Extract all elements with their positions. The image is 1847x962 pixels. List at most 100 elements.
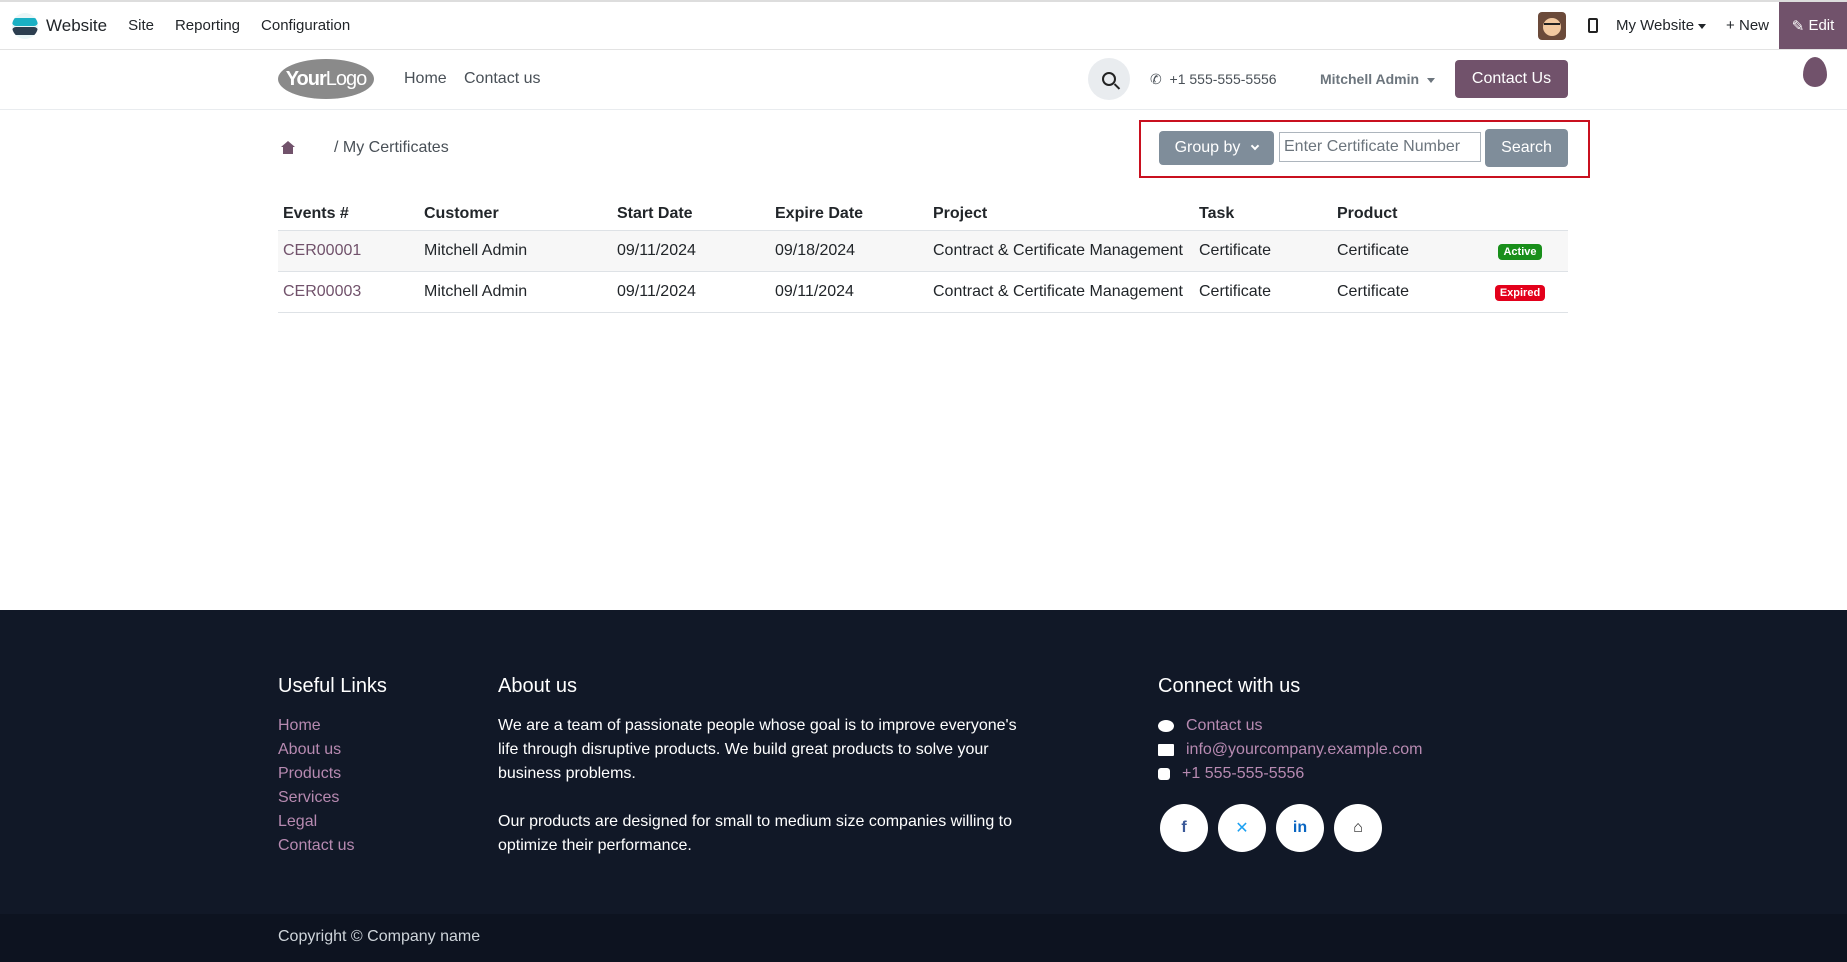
footer-link-services[interactable]: Services — [278, 786, 354, 810]
menu-site[interactable]: Site — [128, 17, 154, 34]
app-name: Website — [46, 15, 108, 35]
cell-product: Certificate — [1332, 271, 1472, 313]
footer-link-contact-us[interactable]: Contact us — [278, 834, 354, 858]
certificate-number-link[interactable]: CER00001 — [278, 230, 419, 272]
copyright-band: Copyright © Company name — [0, 914, 1847, 962]
footer-link-products[interactable]: Products — [278, 762, 354, 786]
copyright-text: Copyright © Company name — [278, 928, 481, 945]
comment-icon — [1158, 720, 1174, 732]
cell-project: Contract & Certificate Management — [928, 271, 1194, 313]
cell-task: Certificate — [1194, 271, 1332, 313]
connect-contact[interactable]: Contact us — [1158, 714, 1423, 738]
caret-down-icon — [1698, 23, 1707, 29]
footer-link-legal[interactable]: Legal — [278, 810, 354, 834]
footer-link-about-us[interactable]: About us — [278, 738, 354, 762]
about-paragraph-2: Our products are designed for small to m… — [498, 813, 1013, 854]
search-button[interactable]: Search — [1485, 129, 1568, 167]
status-badge: Active — [1498, 243, 1542, 260]
contact-us-button[interactable]: Contact Us — [1455, 60, 1568, 98]
about-paragraph-1: We are a team of passionate people whose… — [498, 717, 1017, 782]
column-header — [1472, 199, 1568, 231]
cell-product: Certificate — [1332, 230, 1472, 272]
admin-bar: Website Site Reporting Configuration My … — [0, 0, 1847, 50]
website-switcher-label: My Website — [1615, 17, 1695, 34]
user-avatar[interactable] — [1537, 11, 1566, 40]
header-phone[interactable]: ✆ +1 555-555-5556 — [1150, 71, 1277, 88]
theme-drop-icon[interactable] — [1803, 57, 1827, 87]
facebook-icon[interactable]: f — [1160, 804, 1208, 852]
about-text: We are a team of passionate people whose… — [498, 714, 1038, 858]
useful-links-title: Useful Links — [278, 675, 387, 697]
header-phone-number: +1 555-555-5556 — [1169, 71, 1277, 87]
cell-expire-date: 09/11/2024 — [770, 271, 928, 313]
cell-expire-date: 09/18/2024 — [770, 230, 928, 272]
group-by-dropdown[interactable]: Group by — [1159, 131, 1274, 165]
website-switcher[interactable]: My Website — [1615, 17, 1707, 34]
cell-customer: Mitchell Admin — [419, 271, 612, 313]
caret-down-icon — [1427, 77, 1436, 83]
mobile-preview-icon[interactable] — [1587, 18, 1598, 33]
new-label: New — [1738, 17, 1769, 34]
column-header: Events # — [278, 199, 419, 231]
social-links: f ✕ in ⌂ — [1160, 804, 1392, 852]
cell-start-date: 09/11/2024 — [612, 271, 770, 313]
site-header: Your Logo Home Contact us ✆ +1 555-555-55… — [0, 50, 1847, 110]
certificate-number-input[interactable] — [1279, 132, 1481, 162]
column-header: Start Date — [612, 199, 770, 231]
envelope-icon — [1158, 744, 1174, 756]
user-name: Mitchell Admin — [1320, 71, 1420, 87]
edit-label: Edit — [1808, 17, 1835, 34]
pencil-icon: ✎ — [1791, 17, 1805, 35]
connect-phone[interactable]: +1 555-555-5556 — [1158, 762, 1423, 786]
connect-contact-label: Contact us — [1186, 717, 1263, 734]
menu-reporting[interactable]: Reporting — [175, 17, 240, 34]
table-row[interactable]: CER00001 Mitchell Admin 09/11/2024 09/18… — [278, 230, 1568, 272]
about-title: About us — [498, 675, 577, 697]
table-header-row: Events # Customer Start Date Expire Date… — [278, 199, 1568, 231]
chevron-down-icon — [1251, 141, 1260, 151]
cell-status: Expired — [1472, 271, 1568, 313]
group-by-label: Group by — [1174, 139, 1241, 156]
column-header: Customer — [419, 199, 612, 231]
cell-task: Certificate — [1194, 230, 1332, 272]
certificates-table: Events # Customer Start Date Expire Date… — [278, 199, 1568, 313]
new-button[interactable]: + New — [1726, 17, 1769, 34]
connect-email[interactable]: info@yourcompany.example.com — [1158, 738, 1423, 762]
x-icon[interactable]: ✕ — [1218, 804, 1266, 852]
site-search-button[interactable] — [1088, 58, 1130, 100]
breadcrumb-current: / My Certificates — [334, 139, 449, 156]
column-header: Project — [928, 199, 1194, 231]
useful-links-list: Home About us Products Services Legal Co… — [278, 714, 354, 858]
cell-customer: Mitchell Admin — [419, 230, 612, 272]
footer-link-home[interactable]: Home — [278, 714, 354, 738]
connect-list: Contact us info@yourcompany.example.com … — [1158, 714, 1423, 786]
connect-email-label: info@yourcompany.example.com — [1186, 741, 1423, 758]
edit-button[interactable]: ✎ Edit — [1779, 2, 1847, 49]
home-icon[interactable]: ⌂ — [1334, 804, 1382, 852]
status-badge: Expired — [1494, 284, 1546, 301]
website-app-icon — [12, 12, 38, 39]
table-row[interactable]: CER00003 Mitchell Admin 09/11/2024 09/11… — [278, 271, 1568, 313]
certificate-number-link[interactable]: CER00003 — [278, 271, 419, 313]
connect-phone-label: +1 555-555-5556 — [1182, 765, 1305, 782]
site-logo[interactable]: Your Logo — [278, 59, 374, 99]
site-footer: Useful Links Home About us Products Serv… — [0, 610, 1847, 962]
phone-icon: ✆ — [1150, 71, 1162, 87]
cell-start-date: 09/11/2024 — [612, 230, 770, 272]
home-icon[interactable] — [281, 141, 295, 155]
cell-status: Active — [1472, 230, 1568, 272]
user-menu[interactable]: Mitchell Admin — [1320, 71, 1436, 87]
nav-contact-us[interactable]: Contact us — [464, 70, 540, 88]
plus-icon: + — [1726, 17, 1735, 34]
cell-project: Contract & Certificate Management — [928, 230, 1194, 272]
connect-title: Connect with us — [1158, 675, 1301, 697]
logo-text-bold: Your — [285, 67, 327, 90]
linkedin-icon[interactable]: in — [1276, 804, 1324, 852]
nav-home[interactable]: Home — [404, 70, 447, 88]
column-header: Product — [1332, 199, 1472, 231]
menu-configuration[interactable]: Configuration — [261, 17, 350, 34]
column-header: Task — [1194, 199, 1332, 231]
search-icon — [1102, 72, 1116, 86]
logo-text-light: Logo — [325, 67, 367, 90]
app-brand[interactable]: Website — [12, 12, 108, 39]
